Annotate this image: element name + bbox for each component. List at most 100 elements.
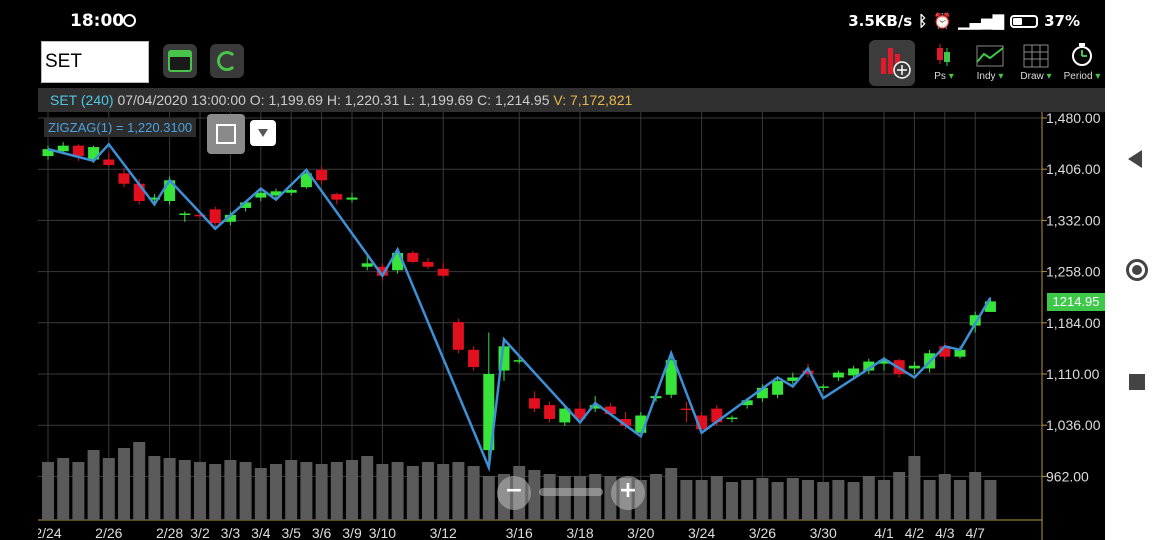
notification-icon — [123, 14, 136, 27]
candle — [468, 349, 480, 368]
calendar-button[interactable] — [163, 44, 197, 78]
y-tick-label: 1,406.00 — [1046, 161, 1101, 177]
x-tick-label: 4/1 — [874, 525, 894, 540]
y-tick-label: 962.00 — [1046, 468, 1089, 484]
volume-bar — [954, 480, 966, 520]
volume-bar — [300, 462, 313, 520]
y-tick-label: 1,258.00 — [1046, 264, 1101, 280]
candle — [57, 145, 69, 152]
volume-bar — [847, 482, 860, 520]
volume-bar — [72, 462, 85, 520]
volume-bar — [163, 458, 176, 520]
info-symbol: SET (240) — [50, 92, 114, 108]
x-tick-label: 3/30 — [810, 525, 837, 540]
candle — [316, 169, 328, 181]
volume-bar — [741, 480, 754, 520]
volume-bar — [194, 462, 206, 520]
zoom-out-button[interactable]: − — [497, 476, 531, 510]
expand-button[interactable] — [207, 114, 245, 154]
candle — [437, 268, 449, 276]
volume-bar — [87, 450, 100, 520]
candle — [361, 263, 373, 267]
chart-toolbar: SET Ps ▾ Indy ▾ Draw ▾ Period ▾ — [38, 38, 1105, 88]
period-tool[interactable]: Period ▾ — [1059, 40, 1105, 86]
last-price-badge: 1214.95 — [1047, 293, 1105, 311]
volume-bar — [878, 480, 890, 520]
volume-bar — [315, 464, 328, 520]
symbol-input[interactable]: SET — [41, 41, 149, 83]
volume-bar — [786, 478, 799, 520]
refresh-button[interactable] — [210, 44, 244, 78]
collapse-button[interactable] — [250, 120, 276, 146]
volume-bar — [969, 472, 982, 520]
candle — [848, 368, 860, 376]
info-low: 1,199.69 — [418, 92, 474, 108]
bluetooth-icon: ᛒ — [918, 12, 928, 30]
x-tick-label: 3/12 — [430, 525, 457, 540]
x-tick-label: 2/26 — [95, 525, 122, 540]
volume-bar — [650, 474, 662, 520]
x-tick-label: 3/18 — [566, 525, 593, 540]
status-time: 18:00 — [70, 11, 125, 31]
recent-apps-icon[interactable] — [1129, 374, 1145, 390]
volume-bar — [817, 482, 830, 520]
price-chart[interactable]: 1,480.00 1,406.00 1,332.00 1,258.00 1,184.00… — [38, 112, 1105, 540]
draw-tool[interactable]: Draw ▾ — [1013, 40, 1059, 86]
price-style-tool[interactable]: Ps ▾ — [921, 40, 967, 86]
volume-bar — [452, 462, 465, 520]
zigzag-indicator-label[interactable]: ZIGZAG(1) = 1,220.3100 — [44, 118, 197, 137]
y-tick-label: 1,332.00 — [1046, 212, 1101, 228]
battery-icon — [1010, 14, 1039, 28]
volume-bar — [695, 480, 708, 520]
back-icon[interactable] — [1128, 150, 1142, 168]
grid-draw-icon — [1023, 44, 1049, 68]
x-tick-label: 3/16 — [506, 525, 533, 540]
calendar-icon — [168, 50, 192, 72]
timer-icon — [1072, 43, 1092, 66]
network-speed: 3.5KB/s — [848, 12, 913, 30]
y-tick-label: 1,184.00 — [1046, 315, 1101, 331]
volume-bar — [756, 478, 769, 520]
volume-bar — [376, 464, 389, 520]
tool-label-draw: Draw — [1020, 71, 1044, 82]
volume-bar — [178, 460, 191, 520]
tool-label-period: Period — [1063, 71, 1093, 82]
info-volume: 7,172,821 — [570, 92, 633, 108]
volume-bar — [938, 474, 951, 520]
y-tick-label: 1,480.00 — [1046, 112, 1101, 126]
alarm-icon: ⏰ — [933, 12, 952, 30]
volume-bar — [209, 464, 222, 520]
zoom-slider[interactable] — [539, 488, 603, 496]
x-tick-label: 2/24 — [38, 525, 62, 540]
volume-bar — [270, 464, 282, 520]
info-high: 1,220.31 — [344, 92, 400, 108]
volume-bar — [802, 480, 814, 520]
volume-bar — [680, 480, 693, 520]
add-chart-icon — [881, 48, 911, 79]
x-tick-label: 4/3 — [935, 525, 955, 540]
add-chart-button[interactable] — [869, 40, 915, 86]
indicator-tool[interactable]: Indy ▾ — [967, 40, 1013, 86]
status-icons: 3.5KB/s ᛒ ⏰ ▁▃▅▇ 37% — [848, 12, 1080, 30]
candle — [544, 405, 556, 419]
volume-bar — [923, 480, 936, 520]
x-tick-label: 3/24 — [688, 525, 715, 540]
volume-bar — [133, 442, 146, 520]
tool-label-indy: Indy — [976, 71, 996, 82]
x-tick-label: 3/9 — [342, 525, 362, 540]
volume-bar — [710, 476, 723, 520]
candle — [908, 365, 920, 369]
candlestick-icon — [937, 44, 950, 66]
indicator-icon — [976, 45, 1004, 67]
candle — [817, 386, 829, 388]
info-low-label: L: — [403, 92, 415, 108]
volume-bar — [102, 458, 115, 520]
zoom-in-button[interactable]: + — [611, 476, 645, 510]
status-bar: 18:00 3.5KB/s ᛒ ⏰ ▁▃▅▇ 37% — [0, 0, 1105, 38]
tool-label-ps: Ps — [934, 71, 946, 82]
volume-bar — [406, 466, 419, 520]
x-tick-label: 3/4 — [251, 525, 271, 540]
home-icon[interactable] — [1126, 259, 1148, 281]
candle — [103, 159, 115, 166]
x-tick-label: 4/2 — [905, 525, 925, 540]
